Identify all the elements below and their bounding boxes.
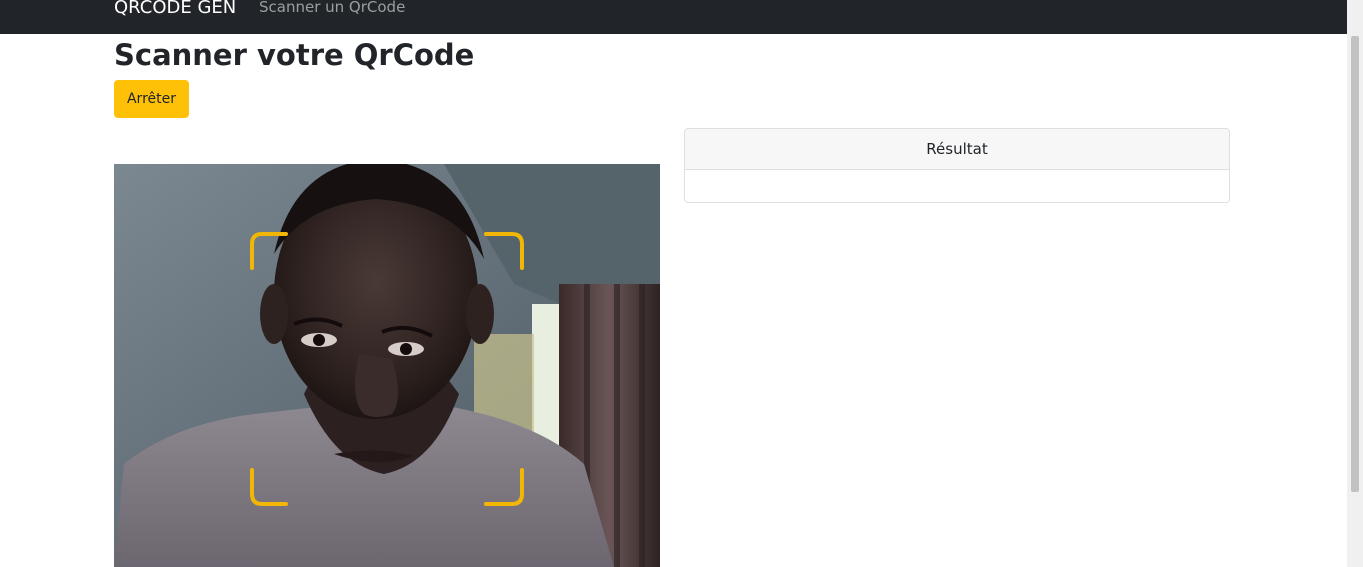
scrollbar-thumb[interactable] [1351,36,1359,492]
page-title: Scanner votre QrCode [114,38,475,72]
stop-button[interactable]: Arrêter [114,80,189,118]
result-body [685,170,1229,202]
navbar: QRCODE GEN Scanner un QrCode [0,0,1347,34]
nav-link-scanner[interactable]: Scanner un QrCode [259,0,405,17]
camera-image [114,164,660,567]
brand-logo[interactable]: QRCODE GEN [114,0,236,19]
result-card: Résultat [684,128,1230,203]
result-header: Résultat [685,129,1229,170]
camera-feed [114,164,660,567]
